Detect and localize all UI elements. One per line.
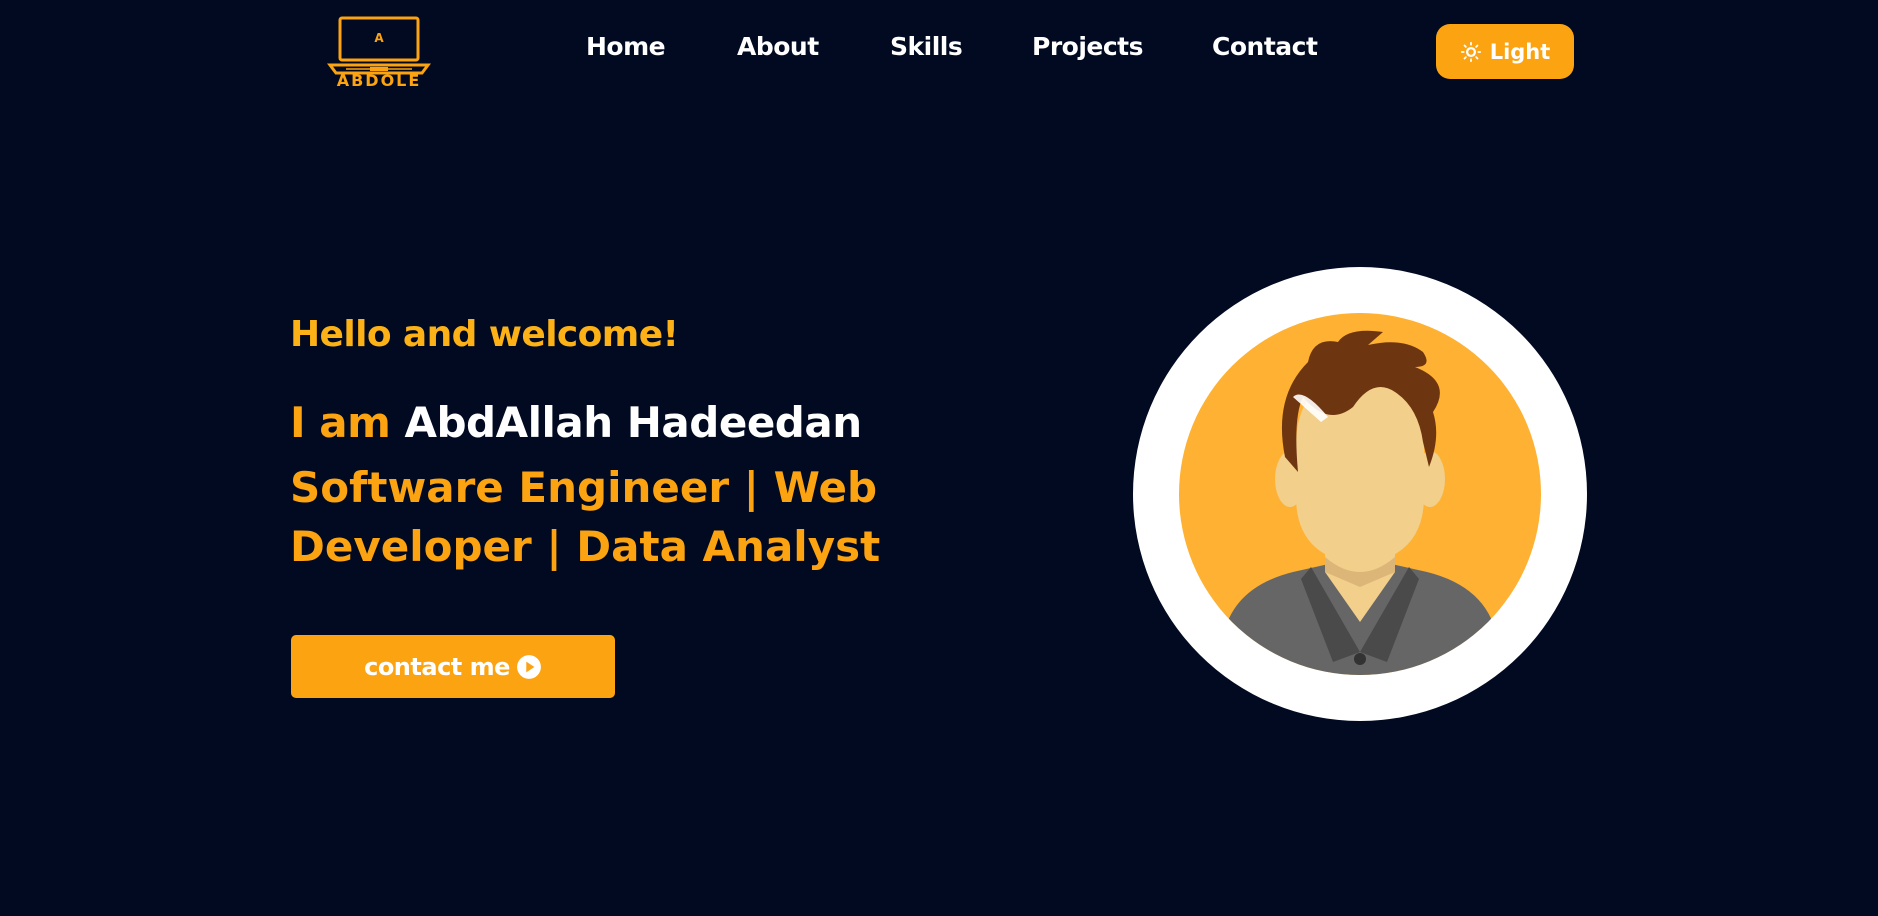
theme-toggle-button[interactable]: Light (1436, 24, 1574, 79)
intro-heading: I am AbdAllah Hadeedan (290, 398, 862, 447)
nav-link-skills[interactable]: Skills (890, 32, 963, 61)
nav-link-projects[interactable]: Projects (1032, 32, 1144, 61)
owner-name: AbdAllah Hadeedan (404, 398, 862, 447)
sun-icon (1460, 41, 1481, 62)
nav-link-about[interactable]: About (737, 32, 819, 61)
intro-prefix: I am (290, 398, 391, 447)
greeting-heading: Hello and welcome! (290, 314, 679, 355)
nav-link-home[interactable]: Home (586, 32, 666, 61)
portfolio-page: A ABDOLE Home About Skills Projects Cont… (0, 0, 1878, 916)
logo-letter: A (374, 31, 384, 45)
contact-me-label: contact me (364, 652, 510, 681)
user-avatar-icon (1133, 267, 1587, 721)
theme-toggle-label: Light (1489, 39, 1551, 64)
play-circle-icon (516, 654, 541, 679)
logo-name: ABDOLE (336, 71, 422, 90)
site-logo[interactable]: A ABDOLE (326, 15, 432, 90)
contact-me-button[interactable]: contact me (291, 635, 615, 698)
role-text: Software Engineer | Web Developer | Data… (290, 463, 881, 571)
nav-link-contact[interactable]: Contact (1212, 32, 1318, 61)
